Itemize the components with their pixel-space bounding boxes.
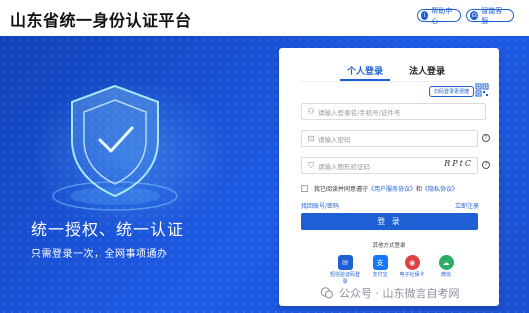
shield-check-icon: ⛉ [308,160,314,170]
password-placeholder: 请输入密码 [318,135,351,144]
sms-icon: ✉ [337,255,353,270]
sms-login-label: 短信验证码登录 [330,272,361,285]
tab-personal-login[interactable]: 个人登录 [347,64,383,77]
wechat-label: 微信 [440,272,451,278]
user-icon: ⚇ [307,107,315,116]
alipay-label: 支付宝 [372,272,388,278]
agreement-row: 我已阅读并同意遵守 《用户服务协议》 和 《隐私协议》 [301,184,458,193]
watermark-text: 公众号 · 山东微言自考网 [339,287,460,300]
tab-divider [299,81,479,82]
captcha-image[interactable]: RPtC [444,159,473,168]
qr-code-icon[interactable] [475,83,489,97]
tab-legal-login[interactable]: 法人登录 [409,64,445,77]
sms-login-option[interactable]: ✉ 短信验证码登录 [330,255,360,285]
smart-service-label: 智能客服 [481,6,503,25]
lock-icon: ⊡ [307,134,315,143]
captcha-help-icon[interactable]: ? [482,161,490,169]
other-login-methods-label: 其他方式登录 [372,243,406,249]
username-input[interactable]: ⚇ 请输入登录名/手机号/证件号 [301,103,486,120]
shield-icon [52,84,178,211]
hero-slogan-sub: 只需登录一次，全网事项通办 [31,249,168,260]
smart-service-button[interactable]: ☊ 智能客服 [466,7,514,25]
social-card-icon: ◉ [404,255,420,270]
social-card-login-option[interactable]: ◉ 电子社保卡 [395,255,429,279]
alipay-login-option[interactable]: 支 支付宝 [365,255,395,279]
captcha-placeholder: 请输入图形验证码 [318,162,370,171]
agreement-checkbox[interactable] [301,185,308,192]
login-card: 个人登录 法人登录 扫码登录更便捷 ⚇ 请输入登录名/手机号/证件号 ⊡ 请输入… [279,48,499,306]
login-button[interactable]: 登 录 [301,213,478,230]
wechat-icon: ☁ [438,255,454,270]
watermark: 公众号 · 山东微言自考网 [320,285,460,301]
password-input[interactable]: ⊡ 请输入密码 [301,130,478,147]
captcha-input[interactable]: ⛉ 请输入图形验证码 RPtC [301,157,478,174]
alipay-icon: 支 [372,255,388,270]
register-link[interactable]: 立即注册 [455,201,479,210]
agreement-prefix: 我已阅读并同意遵守 [314,186,369,193]
help-center-label: 帮助中心 [431,6,453,25]
top-header: 山东省统一身份认证平台 i 帮助中心 ☊ 智能客服 [0,0,529,36]
wechat-login-option[interactable]: ☁ 微信 [431,255,461,279]
page-title: 山东省统一身份认证平台 [10,11,192,30]
hero-slogan-main: 统一授权、统一认证 [31,220,185,239]
social-card-label: 电子社保卡 [399,272,425,278]
user-service-agreement-link[interactable]: 《用户服务协议》 [368,184,416,193]
help-center-button[interactable]: i 帮助中心 [417,7,461,25]
username-placeholder: 请输入登录名/手机号/证件号 [318,108,401,117]
forgot-account-link[interactable]: 找回账号/密码 [301,201,339,210]
info-icon: i [421,11,429,20]
privacy-agreement-link[interactable]: 《隐私协议》 [422,184,458,193]
headset-icon: ☊ [470,11,479,20]
password-help-icon[interactable]: ? [482,134,490,142]
qr-login-tip[interactable]: 扫码登录更便捷 [429,86,475,97]
wechat-channel-icon [320,287,333,299]
